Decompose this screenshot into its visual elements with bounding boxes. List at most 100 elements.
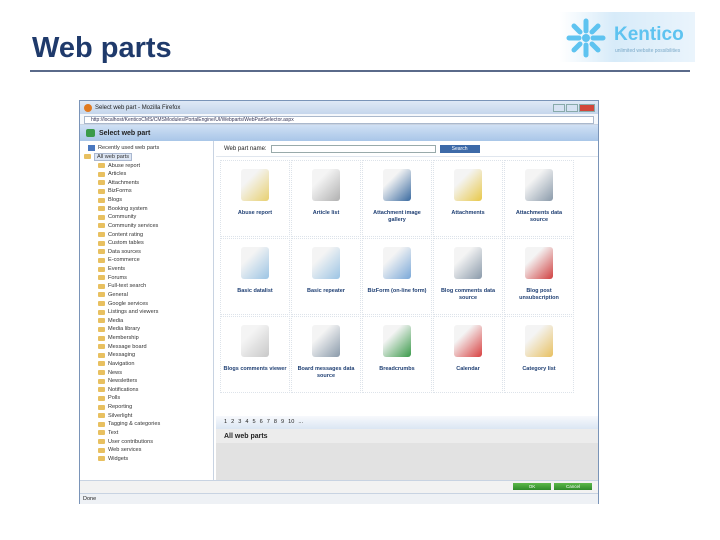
tree-item[interactable]: Attachments bbox=[84, 179, 213, 188]
tree-item[interactable]: Data sources bbox=[84, 248, 213, 257]
form-icon bbox=[383, 247, 411, 279]
page-link[interactable]: 8 bbox=[274, 416, 277, 429]
tree-item[interactable]: Custom tables bbox=[84, 239, 213, 248]
cancel-button[interactable]: Cancel bbox=[554, 483, 592, 490]
signpost-icon bbox=[383, 325, 411, 357]
tree-item[interactable]: Google services bbox=[84, 299, 213, 308]
tree-item[interactable]: Events bbox=[84, 265, 213, 274]
folder-icon bbox=[98, 395, 105, 401]
page-link[interactable]: ... bbox=[298, 416, 303, 429]
tree-item[interactable]: Text bbox=[84, 429, 213, 438]
tree-item[interactable]: Media library bbox=[84, 325, 213, 334]
page-link[interactable]: 4 bbox=[245, 416, 248, 429]
webpart-tile[interactable]: Attachment image gallery bbox=[362, 160, 432, 237]
webpart-tile[interactable]: BizForm (on-line form) bbox=[362, 238, 432, 315]
webpart-tile[interactable]: Attachments data source bbox=[504, 160, 574, 237]
tree-item[interactable]: Community bbox=[84, 213, 213, 222]
page-link[interactable]: 6 bbox=[260, 416, 263, 429]
tree-item[interactable]: Widgets bbox=[84, 455, 213, 464]
webpart-label: Board messages data source bbox=[297, 366, 355, 379]
webpart-tile[interactable]: Blogs comments viewer bbox=[220, 316, 290, 393]
folder-icon bbox=[98, 387, 105, 393]
webpart-tile[interactable]: Category list bbox=[504, 316, 574, 393]
webpart-tile[interactable]: Breadcrumbs bbox=[362, 316, 432, 393]
tree-item[interactable]: Silverlight bbox=[84, 411, 213, 420]
image-gallery-icon bbox=[383, 169, 411, 201]
folder-icon bbox=[98, 180, 105, 186]
tree-item[interactable]: Reporting bbox=[84, 403, 213, 412]
tree-item[interactable]: Membership bbox=[84, 334, 213, 343]
minimize-button[interactable] bbox=[553, 103, 565, 112]
webpart-tile[interactable]: Article list bbox=[291, 160, 361, 237]
webpart-tile[interactable]: Calendar bbox=[433, 316, 503, 393]
comments-viewer-icon bbox=[241, 325, 269, 357]
tree-item[interactable]: Blogs bbox=[84, 196, 213, 205]
page-link[interactable]: 7 bbox=[267, 416, 270, 429]
category-tree: Recently used web parts All web parts Ab… bbox=[80, 141, 214, 480]
tree-item[interactable]: Messaging bbox=[84, 351, 213, 360]
address-bar[interactable]: http://localhost/KenticoCMS/CMSModules/P… bbox=[84, 116, 594, 124]
webpart-tile[interactable]: Basic datalist bbox=[220, 238, 290, 315]
tree-item[interactable]: Media bbox=[84, 317, 213, 326]
folder-icon bbox=[98, 257, 105, 263]
folder-icon bbox=[98, 430, 105, 436]
dialog-title: Select web part bbox=[99, 129, 151, 137]
page-link[interactable]: 1 bbox=[224, 416, 227, 429]
webpart-tile[interactable]: Attachments bbox=[433, 160, 503, 237]
tree-item[interactable]: Polls bbox=[84, 394, 213, 403]
ok-button[interactable]: OK bbox=[513, 483, 551, 490]
attachments-icon bbox=[454, 169, 482, 201]
tree-item[interactable]: Message board bbox=[84, 342, 213, 351]
folder-icon bbox=[98, 326, 105, 332]
tree-item[interactable]: BizForms bbox=[84, 187, 213, 196]
tree-item[interactable]: Notifications bbox=[84, 386, 213, 395]
webpart-name-input[interactable] bbox=[270, 144, 436, 153]
datalist-icon bbox=[241, 247, 269, 279]
page-link[interactable]: 3 bbox=[238, 416, 241, 429]
tree-item[interactable]: E-commerce bbox=[84, 256, 213, 265]
tree-item[interactable]: Abuse report bbox=[84, 161, 213, 170]
tree-item[interactable]: Forums bbox=[84, 273, 213, 282]
tree-item[interactable]: News bbox=[84, 368, 213, 377]
status-bar: Done bbox=[80, 493, 598, 504]
database-icon bbox=[525, 169, 553, 201]
maximize-button[interactable] bbox=[566, 103, 578, 112]
webpart-tile[interactable]: Blog comments data source bbox=[433, 238, 503, 315]
tree-item[interactable]: Newsletters bbox=[84, 377, 213, 386]
webpart-tile[interactable]: Basic repeater bbox=[291, 238, 361, 315]
tree-item[interactable]: Full-text search bbox=[84, 282, 213, 291]
folder-icon bbox=[98, 188, 105, 194]
tree-item[interactable]: Navigation bbox=[84, 360, 213, 369]
tree-item[interactable]: Community services bbox=[84, 222, 213, 231]
tree-item[interactable]: General bbox=[84, 291, 213, 300]
tree-item[interactable]: Content rating bbox=[84, 230, 213, 239]
browser-window: Select web part - Mozilla Firefox http:/… bbox=[79, 100, 599, 504]
logo-star-icon bbox=[566, 18, 606, 58]
category-title: All web parts bbox=[216, 429, 598, 443]
page-link[interactable]: 2 bbox=[231, 416, 234, 429]
tree-item[interactable]: Listings and viewers bbox=[84, 308, 213, 317]
search-button[interactable]: Search bbox=[439, 144, 480, 153]
page-link[interactable]: 9 bbox=[281, 416, 284, 429]
tree-item-recent[interactable]: Recently used web parts bbox=[84, 144, 213, 153]
folder-icon bbox=[98, 378, 105, 384]
webpart-label: Attachments bbox=[451, 210, 485, 216]
page-link[interactable]: 10 bbox=[288, 416, 294, 429]
tree-item[interactable]: Articles bbox=[84, 170, 213, 179]
webpart-tile[interactable]: Blog post unsubscription bbox=[504, 238, 574, 315]
tree-item-all-web-parts[interactable]: All web parts bbox=[84, 152, 213, 162]
webpart-label: Category list bbox=[522, 366, 556, 372]
tree-item[interactable]: User contributions bbox=[84, 437, 213, 446]
webpart-tile[interactable]: Board messages data source bbox=[291, 316, 361, 393]
folder-icon bbox=[98, 370, 105, 376]
tree-item[interactable]: Tagging & categories bbox=[84, 420, 213, 429]
close-button[interactable] bbox=[579, 103, 595, 112]
tree-item[interactable]: Booking system bbox=[84, 204, 213, 213]
abuse-report-icon bbox=[241, 169, 269, 201]
webpart-label: BizForm (on-line form) bbox=[367, 288, 427, 294]
webpart-tile[interactable]: Abuse report bbox=[220, 160, 290, 237]
page-link[interactable]: 5 bbox=[253, 416, 256, 429]
tree-item[interactable]: Web services bbox=[84, 446, 213, 455]
webpart-label: Blog post unsubscription bbox=[519, 288, 559, 301]
folder-icon bbox=[98, 171, 105, 177]
